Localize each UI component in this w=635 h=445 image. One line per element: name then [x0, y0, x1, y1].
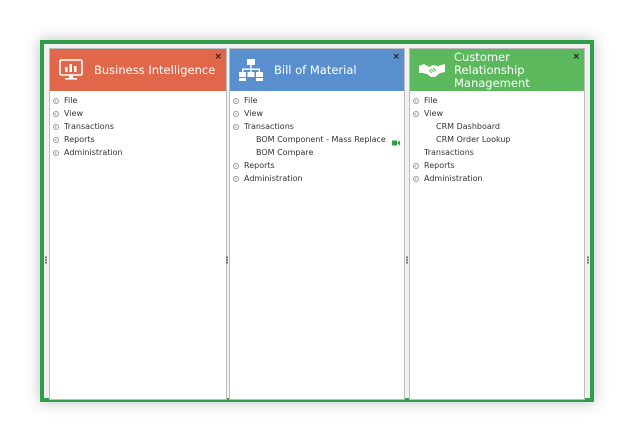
panel-title: Bill of Material [274, 62, 357, 77]
menu-item-administration[interactable]: Administration [410, 172, 584, 185]
menu-item-view[interactable]: View [410, 107, 584, 120]
expand-icon [413, 110, 419, 117]
menu-item-bom-mass-replace[interactable]: BOM Component - Mass Replace [230, 133, 404, 146]
menu-item-view[interactable]: View [50, 107, 226, 120]
monitor-chart-icon [58, 58, 84, 82]
expand-icon [233, 162, 239, 169]
close-icon[interactable]: × [392, 53, 400, 62]
expand-icon [233, 175, 239, 182]
expand-icon [53, 136, 59, 143]
panel-bill-of-material: Bill of Material × File View Transaction… [229, 48, 405, 400]
menu-item-file[interactable]: File [410, 94, 584, 107]
menu-item-bom-compare[interactable]: BOM Compare [230, 146, 404, 159]
expand-icon [413, 162, 419, 169]
resize-handle[interactable] [226, 256, 228, 264]
panel-header: Customer Relationship Management × [410, 49, 584, 91]
close-icon[interactable]: × [572, 53, 580, 62]
menu-item-view[interactable]: View [230, 107, 404, 120]
expand-icon [53, 110, 59, 117]
panel-header: Business Intelligence × [50, 49, 226, 91]
close-icon[interactable]: × [214, 53, 222, 62]
expand-icon [233, 110, 239, 117]
resize-handle[interactable] [406, 256, 408, 264]
menu-item-reports[interactable]: Reports [230, 159, 404, 172]
expand-icon [413, 175, 419, 182]
menu-item-administration[interactable]: Administration [230, 172, 404, 185]
menu-item-transactions[interactable]: Transactions [230, 120, 404, 133]
expand-icon [53, 97, 59, 104]
expand-icon [233, 97, 239, 104]
menu-tree: File View CRM Dashboard CRM Order Lookup… [410, 91, 584, 185]
expand-icon [53, 149, 59, 156]
handshake-icon [418, 58, 445, 82]
menu-item-file[interactable]: File [230, 94, 404, 107]
menu-item-reports[interactable]: Reports [410, 159, 584, 172]
menu-item-transactions[interactable]: Transactions [410, 146, 584, 159]
menu-item-crm-order-lookup[interactable]: CRM Order Lookup [410, 133, 584, 146]
panel-business-intelligence: Business Intelligence × File View Transa… [49, 48, 227, 400]
menu-item-reports[interactable]: Reports [50, 133, 226, 146]
panel-header: Bill of Material × [230, 49, 404, 91]
menu-tree: File View Transactions BOM Component - M… [230, 91, 404, 185]
panel-title: Business Intelligence [94, 62, 216, 77]
menu-item-crm-dashboard[interactable]: CRM Dashboard [410, 120, 584, 133]
panel-crm: Customer Relationship Management × File … [409, 48, 585, 400]
menu-item-file[interactable]: File [50, 94, 226, 107]
menu-item-transactions[interactable]: Transactions [50, 120, 226, 133]
expand-icon [233, 123, 239, 130]
expand-icon [53, 123, 59, 130]
video-icon[interactable] [391, 137, 400, 145]
hierarchy-icon [238, 58, 264, 82]
menu-item-administration[interactable]: Administration [50, 146, 226, 159]
menu-tree: File View Transactions Reports Administr… [50, 91, 226, 159]
expand-icon [413, 97, 419, 104]
resize-handle[interactable] [587, 256, 589, 264]
panel-title: Customer Relationship Management [454, 49, 530, 90]
resize-handle[interactable] [45, 256, 47, 264]
dashboard-frame: Business Intelligence × File View Transa… [40, 40, 594, 402]
